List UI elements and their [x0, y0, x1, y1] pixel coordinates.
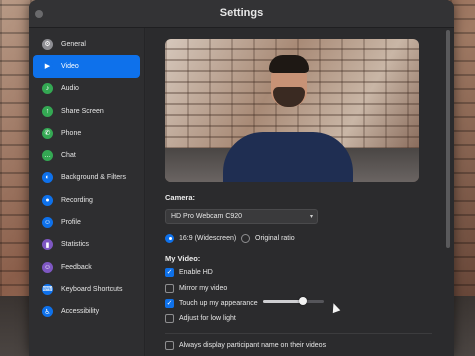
aspect-original-radio[interactable] [241, 233, 250, 243]
share-screen-icon: ↑ [42, 105, 53, 117]
mouse-cursor-icon [329, 301, 341, 314]
phone-icon: ✆ [42, 127, 53, 139]
camera-select[interactable]: HD Pro Webcam C920 ▾ [165, 209, 318, 224]
mirror-video-label: Mirror my video [179, 284, 228, 292]
camera-select-value: HD Pro Webcam C920 [171, 213, 243, 220]
touch-up-slider[interactable] [263, 297, 324, 305]
always-display-names-label: Always display participant name on their… [179, 341, 327, 349]
chevron-down-icon: ▾ [309, 214, 313, 220]
keyboard-icon: ⌨ [42, 283, 53, 295]
video-camera-icon: ▶ [42, 60, 53, 72]
chat-icon: … [42, 150, 53, 162]
always-display-names-checkbox[interactable] [165, 340, 174, 350]
sidebar-item-recording[interactable]: ● Recording [33, 189, 140, 211]
touch-up-slider-thumb[interactable] [298, 297, 307, 305]
sidebar-item-label: Profile [61, 219, 81, 227]
statistics-icon: ▮ [42, 239, 53, 251]
settings-window: Settings ⚙ General ▶ Video ♪ Audio ↑ Share Scre… [29, 0, 454, 356]
touch-up-slider-fill [263, 300, 303, 303]
sidebar-item-video[interactable]: ▶ Video [33, 55, 140, 78]
sidebar-item-label: Audio [61, 85, 79, 93]
sidebar-item-label: Video [61, 62, 79, 70]
aspect-widescreen-label: 16:9 (Widescreen) [179, 234, 237, 242]
sidebar-item-label: Accessibility [61, 308, 100, 316]
always-display-names-option[interactable]: Always display participant name on their… [165, 340, 326, 350]
aspect-original-option[interactable]: Original ratio [241, 233, 295, 243]
sidebar-item-label: Share Screen [61, 107, 104, 115]
mirror-video-checkbox[interactable] [165, 283, 174, 293]
feedback-icon: ☺ [42, 261, 53, 273]
sidebar-item-label: Phone [61, 129, 82, 137]
record-icon: ● [42, 194, 53, 206]
my-video-label: My Video: [165, 254, 201, 263]
person-hair [269, 55, 309, 73]
person-background-icon: ◐ [42, 172, 53, 184]
title-bar: Settings [29, 0, 454, 28]
sidebar-item-profile[interactable]: ☺ Profile [33, 211, 140, 233]
enable-hd-option[interactable]: ✓ Enable HD [165, 267, 213, 277]
sidebar-item-statistics[interactable]: ▮ Statistics [33, 234, 140, 256]
low-light-option[interactable]: Adjust for low light [165, 313, 236, 323]
sidebar-item-label: Recording [61, 196, 93, 204]
sidebar-item-chat[interactable]: … Chat [33, 144, 140, 166]
low-light-label: Adjust for low light [179, 314, 236, 322]
accessibility-icon: ♿ [42, 306, 53, 318]
sidebar-item-label: Statistics [61, 241, 90, 249]
camera-preview [165, 39, 419, 182]
video-settings-panel: Camera: HD Pro Webcam C920 ▾ 16:9 (Wides… [146, 28, 454, 356]
aspect-widescreen-radio[interactable] [165, 233, 174, 243]
person-shirt [223, 132, 353, 182]
sidebar-item-accessibility[interactable]: ♿ Accessibility [33, 301, 140, 323]
enable-hd-label: Enable HD [179, 268, 213, 276]
sidebar-item-label: Chat [61, 152, 76, 160]
aspect-original-label: Original ratio [255, 234, 295, 242]
camera-label: Camera: [165, 193, 196, 202]
settings-sidebar: ⚙ General ▶ Video ♪ Audio ↑ Share Screen ✆ Phone …… [29, 28, 145, 356]
touch-up-option[interactable]: ✓ Touch up my appearance [165, 298, 258, 308]
mirror-video-option[interactable]: Mirror my video [165, 283, 227, 293]
enable-hd-checkbox[interactable]: ✓ [165, 267, 174, 277]
touch-up-label: Touch up my appearance [179, 299, 258, 307]
headphones-icon: ♪ [42, 83, 53, 95]
sidebar-item-feedback[interactable]: ☺ Feedback [33, 256, 140, 278]
gear-icon: ⚙ [42, 38, 53, 50]
touch-up-checkbox[interactable]: ✓ [165, 298, 174, 308]
sidebar-item-phone[interactable]: ✆ Phone [33, 122, 140, 144]
low-light-checkbox[interactable] [165, 313, 174, 323]
sidebar-item-keyboard-shortcuts[interactable]: ⌨ Keyboard Shortcuts [33, 278, 140, 300]
profile-icon: ☺ [42, 217, 53, 229]
sidebar-item-audio[interactable]: ♪ Audio [33, 78, 140, 100]
sidebar-item-label: General [61, 40, 86, 48]
sidebar-item-label: Keyboard Shortcuts [61, 285, 123, 293]
aspect-widescreen-option[interactable]: 16:9 (Widescreen) [165, 233, 236, 243]
section-divider [165, 333, 432, 334]
scrollbar[interactable] [446, 30, 450, 248]
sidebar-item-background-filters[interactable]: ◐ Background & Filters [33, 167, 140, 189]
sidebar-item-general[interactable]: ⚙ General [33, 33, 140, 55]
sidebar-item-share-screen[interactable]: ↑ Share Screen [33, 100, 140, 122]
sidebar-item-label: Feedback [61, 263, 92, 271]
window-title: Settings [219, 7, 264, 19]
sidebar-item-label: Background & Filters [61, 174, 126, 182]
